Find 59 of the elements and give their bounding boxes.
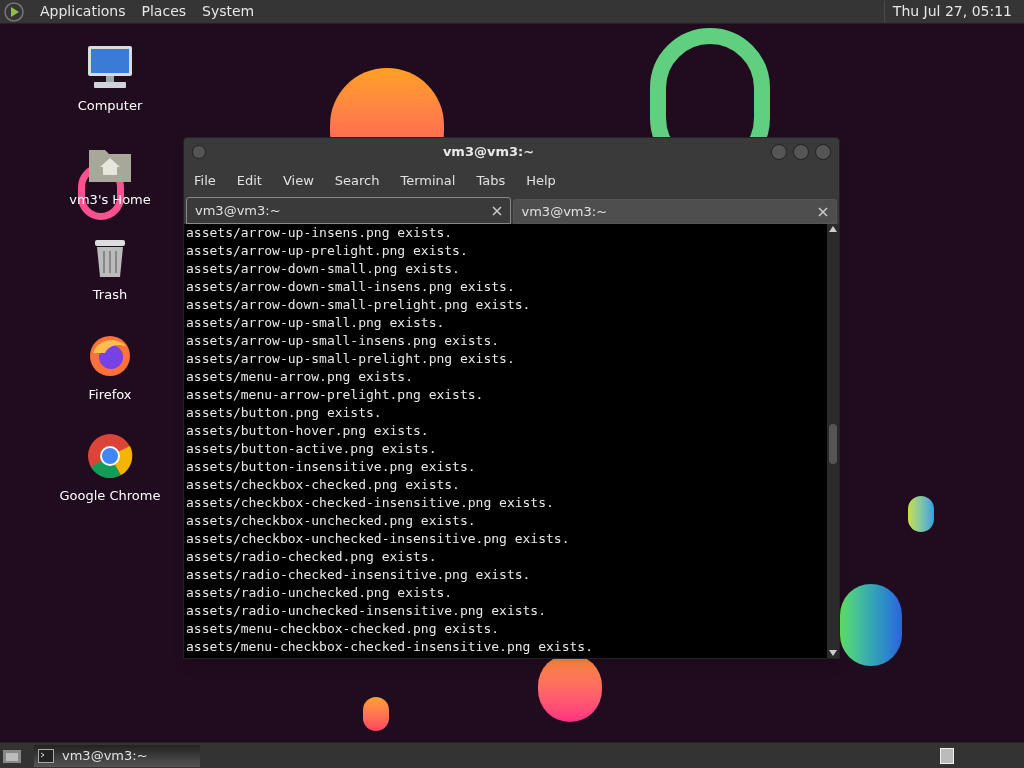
gradient-blob — [908, 496, 934, 532]
terminal-line: assets/arrow-up-small.png exists. — [186, 314, 446, 332]
terminal-line: assets/menu-checkbox-checked.png exists. — [186, 620, 501, 638]
terminal-line: assets/radio-unchecked.png exists. — [186, 584, 454, 602]
terminal-line: assets/arrow-up-insens.png exists. — [186, 224, 454, 242]
terminal-icon — [38, 748, 54, 763]
menu-item[interactable]: View — [282, 171, 314, 191]
terminal-line: assets/checkbox-checked-insensitive.png exists. — [186, 494, 555, 512]
gradient-blob — [363, 697, 389, 731]
terminal-line: assets/arrow-down-small-insens.png exists. — [186, 278, 516, 296]
scroll-thumb[interactable] — [829, 424, 837, 464]
terminal-line: assets/arrow-down-small.png exists. — [186, 260, 461, 278]
browser-ring-icon — [86, 432, 134, 480]
menu-item[interactable]: Tabs — [476, 171, 506, 191]
panel-menu[interactable]: Places — [141, 1, 187, 22]
taskbar-button[interactable]: vm3@vm3:~ — [34, 744, 200, 767]
terminal-line: assets/radio-unchecked-insensitive.png exists. — [186, 602, 548, 620]
terminal-line: assets/arrow-down-small-prelight.png exists. — [186, 296, 532, 314]
desktop-icon-label[interactable]: Firefox — [88, 384, 132, 404]
menu-item[interactable]: Help — [526, 171, 556, 191]
terminal-tab[interactable]: vm3@vm3:~ — [512, 199, 837, 224]
terminal-line: assets/checkbox-unchecked.png exists. — [186, 512, 477, 530]
clock: Thu Jul 27, 05:11 — [883, 1, 1020, 22]
terminal-line: assets/menu-arrow-prelight.png exists. — [186, 386, 485, 404]
terminal-line: assets/arrow-up-prelight.png exists. — [186, 242, 469, 260]
trash-icon — [92, 237, 128, 279]
terminal-tab[interactable]: vm3@vm3:~ — [186, 197, 511, 224]
scroll-up-icon[interactable] — [829, 226, 837, 232]
window-title: vm3@vm3:~ — [441, 143, 536, 162]
tab-close-icon[interactable] — [491, 205, 502, 216]
menu-item[interactable]: Edit — [236, 171, 262, 191]
terminal-line: assets/radio-checked-insensitive.png exists. — [186, 566, 532, 584]
terminal-line: assets/checkbox-unchecked-insensitive.png exists. — [186, 530, 571, 548]
terminal-line: assets/arrow-up-small-prelight.png exists. — [186, 350, 516, 368]
desktop-icon-label[interactable]: Google Chrome — [59, 486, 161, 506]
tab-label: vm3@vm3:~ — [521, 202, 609, 221]
desktop-icon-label[interactable]: Computer — [77, 96, 143, 116]
panel-menu[interactable]: System — [202, 1, 255, 22]
terminal-line: assets/button.png exists. — [186, 404, 383, 422]
terminal-line: assets/button-hover.png exists. — [186, 422, 430, 440]
menu-item[interactable]: Search — [334, 171, 380, 191]
terminal-line: assets/checkbox-checked.png exists. — [186, 476, 461, 494]
menu-item[interactable]: Terminal — [400, 171, 456, 191]
desktop-icon-label[interactable]: Trash — [92, 285, 128, 305]
workspace-switcher[interactable] — [940, 747, 954, 764]
tab-label: vm3@vm3:~ — [195, 201, 282, 220]
terminal-line: assets/radio-checked.png exists. — [186, 548, 438, 566]
terminal-line: assets/button-insensitive.png exists. — [186, 458, 477, 476]
terminal-line: assets/button-active.png exists. — [186, 440, 438, 458]
terminal-line: assets/menu-checkbox-checked-insensitive.png exists. — [186, 638, 594, 656]
menu-item[interactable]: File — [194, 171, 216, 191]
terminal-line: assets/menu-arrow.png exists. — [186, 368, 414, 386]
computer-icon — [86, 44, 134, 90]
play-logo-icon — [4, 1, 24, 22]
panel-menu[interactable]: Applications — [40, 1, 126, 22]
scrollbar[interactable] — [827, 224, 839, 658]
terminal-line: assets/arrow-up-small-insens.png exists. — [186, 332, 501, 350]
tab-close-icon[interactable] — [818, 206, 828, 217]
scroll-down-icon[interactable] — [829, 650, 837, 656]
